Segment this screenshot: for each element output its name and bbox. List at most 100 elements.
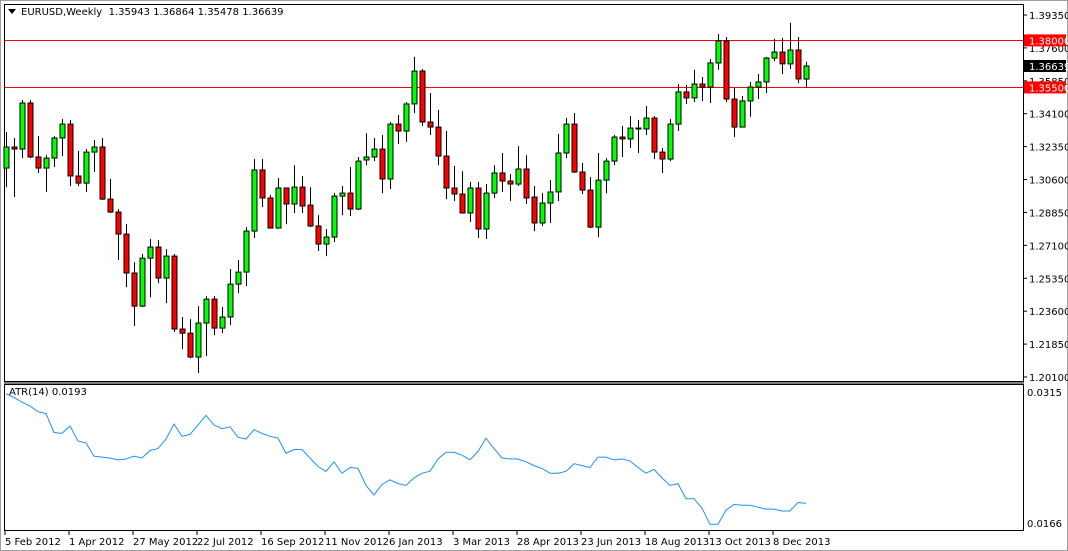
bear-candle-body [187,332,194,358]
bear-candle-body [435,126,442,157]
atr-scale-max: 0.0315 [1027,388,1062,399]
bear-candle-body [531,196,538,224]
bull-candle-body [59,123,66,139]
time-tick-label: 16 Sep 2012 [261,537,324,548]
bear-candle-body [795,49,802,80]
bull-candle-body [787,49,794,65]
bull-candle-body [547,191,554,204]
bear-candle-body [315,225,322,245]
bear-candle-body [11,146,18,150]
bull-candle-body [147,246,154,259]
bear-candle-body [131,272,138,307]
bear-candle-body [651,117,658,153]
price-tick-label: 1.28850 [1029,208,1068,219]
bear-candle-body [67,123,74,177]
bull-candle-body [363,156,370,161]
candle [171,254,178,333]
candle [723,37,730,103]
bull-candle-body [755,81,762,88]
bull-candle-body [603,160,610,181]
bull-candle-body [483,192,490,230]
bear-candle-body [115,211,122,235]
indicator-panel-frame [4,384,1024,531]
candle [355,156,362,211]
bull-candle-body [515,168,522,185]
ohlc-readout: 1.35943 1.36864 1.35478 1.36639 [108,7,284,18]
bear-candle-body [211,298,218,329]
hline-price-label: 1.35500 [1029,83,1068,94]
time-tick-label: 13 Oct 2013 [709,537,771,548]
chart-header: EURUSD,Weekly 1.35943 1.36864 1.35478 1.… [8,7,284,18]
time-tick-label: 27 May 2012 [133,537,198,548]
price-tick-label: 1.20100 [1029,373,1068,384]
bull-candle-body [219,316,226,329]
bull-candle-body [555,152,562,193]
candle [251,159,258,239]
bear-candle-body [267,197,274,229]
bear-candle-body [123,233,130,274]
bear-candle-body [379,148,386,180]
atr-label: ATR(14) 0.0193 [9,387,87,398]
bull-candle-body [611,136,618,162]
bull-candle-body [803,65,810,80]
bull-candle-body [227,283,234,318]
bear-candle-body [499,172,506,182]
bull-candle-body [675,91,682,125]
bear-candle-body [523,168,530,199]
bull-candle-body [387,123,394,180]
bear-candle-body [443,155,450,189]
time-tick-label: 18 Aug 2013 [645,537,709,548]
bull-candle-body [403,103,410,132]
time-tick-label: 6 Jan 2013 [389,537,443,548]
bear-candle-body [451,187,458,195]
bull-candle-body [691,83,698,99]
candle [331,193,338,242]
candle [611,134,618,166]
time-tick-label: 22 Jul 2012 [197,537,254,548]
symbol-timeframe: EURUSD,Weekly [21,7,103,18]
bear-candle-body [475,187,482,230]
bear-candle-body [507,180,514,185]
bull-candle-body [707,62,714,88]
price-tick-label: 1.34100 [1029,110,1068,121]
bear-candle-body [307,204,314,227]
bear-candle-body [75,175,82,184]
bull-candle-body [243,230,250,273]
bear-candle-body [459,193,466,214]
bull-candle-body [139,257,146,307]
bear-candle-body [99,146,106,200]
dropdown-triangle-icon[interactable] [8,9,16,14]
hline-price-label: 1.38000 [1029,36,1068,47]
price-tick-label: 1.30600 [1029,176,1068,187]
bull-candle-body [627,127,634,140]
price-tick-label: 1.27100 [1029,241,1068,252]
bull-candle-body [771,51,778,59]
bear-candle-body [699,83,706,88]
bear-candle-body [587,189,594,228]
time-tick-label: 3 Mar 2013 [453,537,510,548]
bull-candle-body [331,195,338,238]
bear-candle-body [779,51,786,65]
bull-candle-body [163,255,170,279]
bear-candle-body [731,98,738,128]
time-tick-label: 11 Nov 2012 [325,537,389,548]
bull-candle-body [595,179,602,228]
bull-candle-body [203,298,210,324]
bear-candle-body [107,198,114,213]
current-price-label: 1.36639 [1029,62,1068,73]
candle [99,137,106,201]
candle [563,118,570,159]
price-chart[interactable]: 1.393501.376001.358501.341001.323501.306… [0,0,1068,551]
bull-candle-body [251,169,258,232]
time-tick-label: 23 Jun 2013 [581,537,641,548]
time-tick-label: 5 Feb 2012 [5,537,61,548]
main-chart-frame [4,4,1024,382]
bull-candle-body [275,187,282,229]
bear-candle-body [283,187,290,205]
bear-candle-body [683,91,690,99]
bear-candle-body [35,156,42,169]
bull-candle-body [371,148,378,158]
bear-candle-body [723,40,730,100]
price-tick-label: 1.25350 [1029,274,1068,285]
price-tick-label: 1.32350 [1029,143,1068,154]
